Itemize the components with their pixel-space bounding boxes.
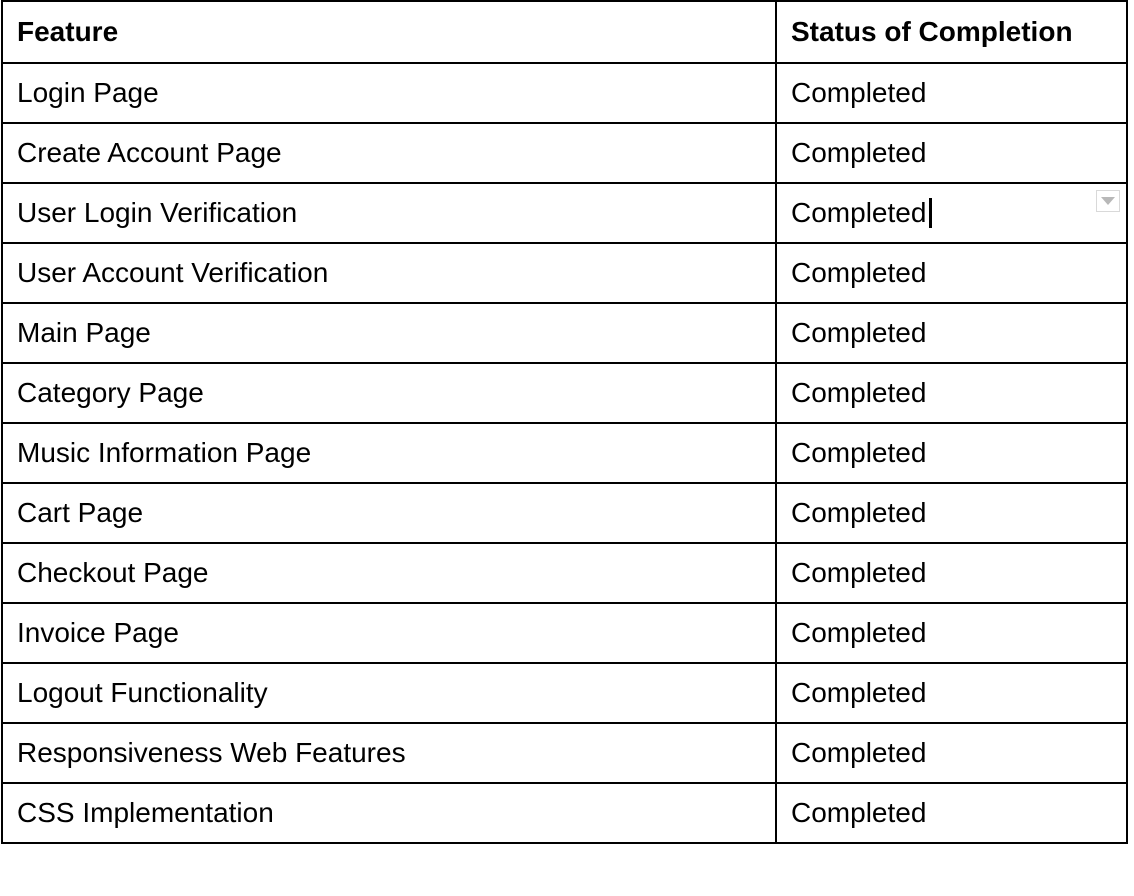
status-cell[interactable]: Completed [775, 182, 1128, 244]
status-text: Completed [791, 677, 927, 708]
feature-text: Main Page [17, 317, 151, 348]
status-cell[interactable]: Completed [775, 302, 1128, 364]
feature-text: Category Page [17, 377, 204, 408]
table-row: Responsiveness Web Features Completed [1, 722, 1128, 784]
table-row: Create Account Page Completed [1, 122, 1128, 184]
header-feature[interactable]: Feature [1, 0, 777, 64]
feature-text: CSS Implementation [17, 797, 274, 828]
status-text: Completed [791, 797, 927, 828]
status-text: Completed [791, 317, 927, 348]
feature-text: Music Information Page [17, 437, 312, 468]
status-text: Completed [791, 137, 927, 168]
feature-cell[interactable]: Category Page [1, 362, 777, 424]
table-row: Cart Page Completed [1, 482, 1128, 544]
feature-text: User Account Verification [17, 257, 329, 288]
table-row: Invoice Page Completed [1, 602, 1128, 664]
feature-cell[interactable]: CSS Implementation [1, 782, 777, 844]
feature-cell[interactable]: Invoice Page [1, 602, 777, 664]
status-text: Completed [791, 737, 927, 768]
table-row: CSS Implementation Completed [1, 782, 1128, 844]
status-text: Completed [791, 557, 927, 588]
status-cell[interactable]: Completed [775, 542, 1128, 604]
status-text: Completed [791, 377, 927, 408]
status-cell[interactable]: Completed [775, 62, 1128, 124]
status-text: Completed [791, 197, 927, 228]
status-text: Completed [791, 77, 927, 108]
status-text: Completed [791, 497, 927, 528]
header-status-of-completion[interactable]: Status of Completion [775, 0, 1128, 64]
feature-text: Logout Functionality [17, 677, 268, 708]
status-text: Completed [791, 617, 927, 648]
table-row: Checkout Page Completed [1, 542, 1128, 604]
feature-cell[interactable]: Login Page [1, 62, 777, 124]
status-text: Completed [791, 257, 927, 288]
feature-cell[interactable]: Main Page [1, 302, 777, 364]
feature-cell[interactable]: Checkout Page [1, 542, 777, 604]
status-dropdown-button[interactable] [1096, 190, 1120, 212]
feature-text: Cart Page [17, 497, 144, 528]
feature-cell[interactable]: Create Account Page [1, 122, 777, 184]
feature-text: Responsiveness Web Features [17, 737, 406, 768]
table-row: Music Information Page Completed [1, 422, 1128, 484]
feature-cell[interactable]: User Account Verification [1, 242, 777, 304]
table-row: Main Page Completed [1, 302, 1128, 364]
status-cell[interactable]: Completed [775, 602, 1128, 664]
table-row: User Account Verification Completed [1, 242, 1128, 304]
table-row: Login Page Completed [1, 62, 1128, 124]
status-cell[interactable]: Completed [775, 662, 1128, 724]
feature-status-table: Feature Status of Completion Login Page C… [1, 0, 1128, 844]
status-cell[interactable]: Completed [775, 242, 1128, 304]
feature-text: Login Page [17, 77, 159, 108]
text-cursor [929, 197, 933, 228]
feature-cell[interactable]: Music Information Page [1, 422, 777, 484]
table-row: Category Page Completed [1, 362, 1128, 424]
status-text: Completed [791, 437, 927, 468]
status-cell[interactable]: Completed [775, 722, 1128, 784]
feature-cell[interactable]: Logout Functionality [1, 662, 777, 724]
status-cell[interactable]: Completed [775, 482, 1128, 544]
table-header-row: Feature Status of Completion [1, 0, 1128, 64]
status-cell[interactable]: Completed [775, 422, 1128, 484]
table-row: Logout Functionality Completed [1, 662, 1128, 724]
table-body: Login Page Completed Create Account Page Co… [1, 62, 1128, 844]
feature-cell[interactable]: User Login Verification [1, 182, 777, 244]
status-cell[interactable]: Completed [775, 782, 1128, 844]
table-row: User Login Verification Completed [1, 182, 1128, 244]
feature-text: Invoice Page [17, 617, 179, 648]
feature-text: Create Account Page [17, 137, 282, 168]
status-cell[interactable]: Completed [775, 122, 1128, 184]
feature-cell[interactable]: Responsiveness Web Features [1, 722, 777, 784]
chevron-down-icon [1101, 197, 1115, 205]
feature-text: User Login Verification [17, 197, 298, 228]
status-cell[interactable]: Completed [775, 362, 1128, 424]
feature-cell[interactable]: Cart Page [1, 482, 777, 544]
feature-text: Checkout Page [17, 557, 209, 588]
